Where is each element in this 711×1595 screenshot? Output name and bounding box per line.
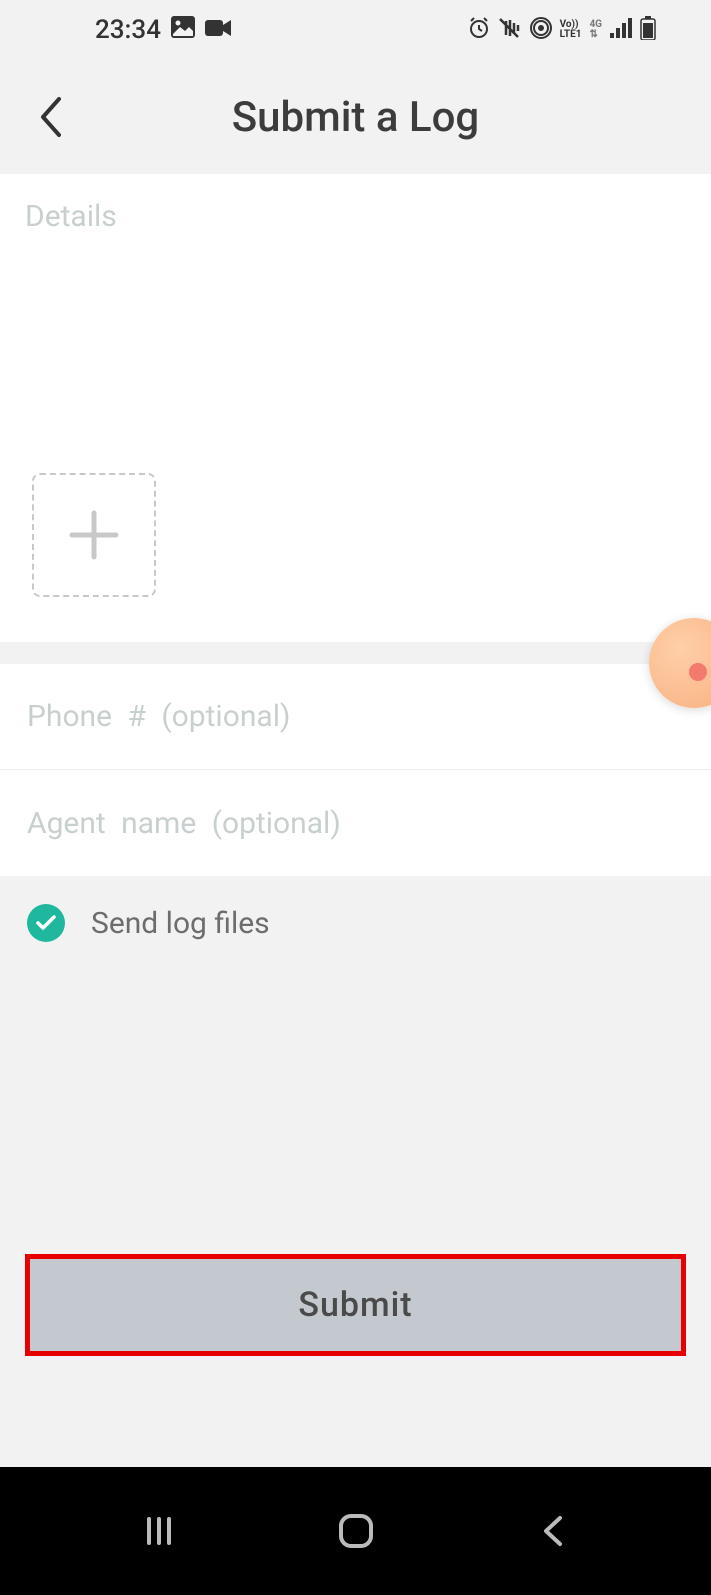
checkbox-checked bbox=[27, 904, 65, 942]
signal-icon bbox=[610, 18, 632, 42]
battery-icon bbox=[640, 16, 656, 44]
details-section bbox=[0, 174, 711, 642]
header: Submit a Log bbox=[0, 60, 711, 174]
video-icon bbox=[205, 15, 231, 45]
phone-input[interactable] bbox=[0, 664, 711, 770]
picture-icon bbox=[171, 15, 195, 45]
details-input[interactable] bbox=[25, 199, 686, 469]
recents-icon bbox=[141, 1513, 177, 1549]
alarm-icon bbox=[468, 17, 490, 43]
volte-icon: Vo))LTE1 bbox=[560, 20, 582, 40]
separator bbox=[0, 642, 711, 664]
recents-button[interactable] bbox=[129, 1501, 189, 1561]
status-right: Vo))LTE1 4G⇅ bbox=[468, 16, 656, 44]
submit-container: Submit bbox=[25, 1254, 686, 1356]
hotspot-icon bbox=[530, 17, 552, 43]
chevron-left-icon bbox=[37, 95, 63, 139]
send-log-checkbox-row[interactable]: Send log files bbox=[0, 876, 711, 970]
checkbox-label: Send log files bbox=[91, 906, 270, 941]
back-button[interactable] bbox=[30, 97, 70, 137]
home-icon bbox=[337, 1512, 375, 1550]
plus-icon bbox=[66, 507, 122, 563]
agent-name-input[interactable] bbox=[0, 770, 711, 876]
add-attachment-button[interactable] bbox=[32, 473, 156, 597]
submit-button[interactable]: Submit bbox=[30, 1259, 681, 1351]
input-section bbox=[0, 664, 711, 876]
status-bar: 23:34 Vo))LTE1 4G⇅ bbox=[0, 0, 711, 60]
network-icon: 4G⇅ bbox=[589, 20, 602, 40]
navigation-bar bbox=[0, 1467, 711, 1595]
submit-highlight: Submit bbox=[25, 1254, 686, 1356]
vibrate-icon bbox=[498, 17, 522, 43]
page-title: Submit a Log bbox=[0, 93, 711, 142]
back-nav-button[interactable] bbox=[523, 1501, 583, 1561]
status-left: 23:34 bbox=[95, 15, 231, 45]
check-icon bbox=[35, 914, 57, 932]
back-nav-icon bbox=[540, 1512, 566, 1550]
status-time: 23:34 bbox=[95, 15, 161, 45]
home-button[interactable] bbox=[326, 1501, 386, 1561]
